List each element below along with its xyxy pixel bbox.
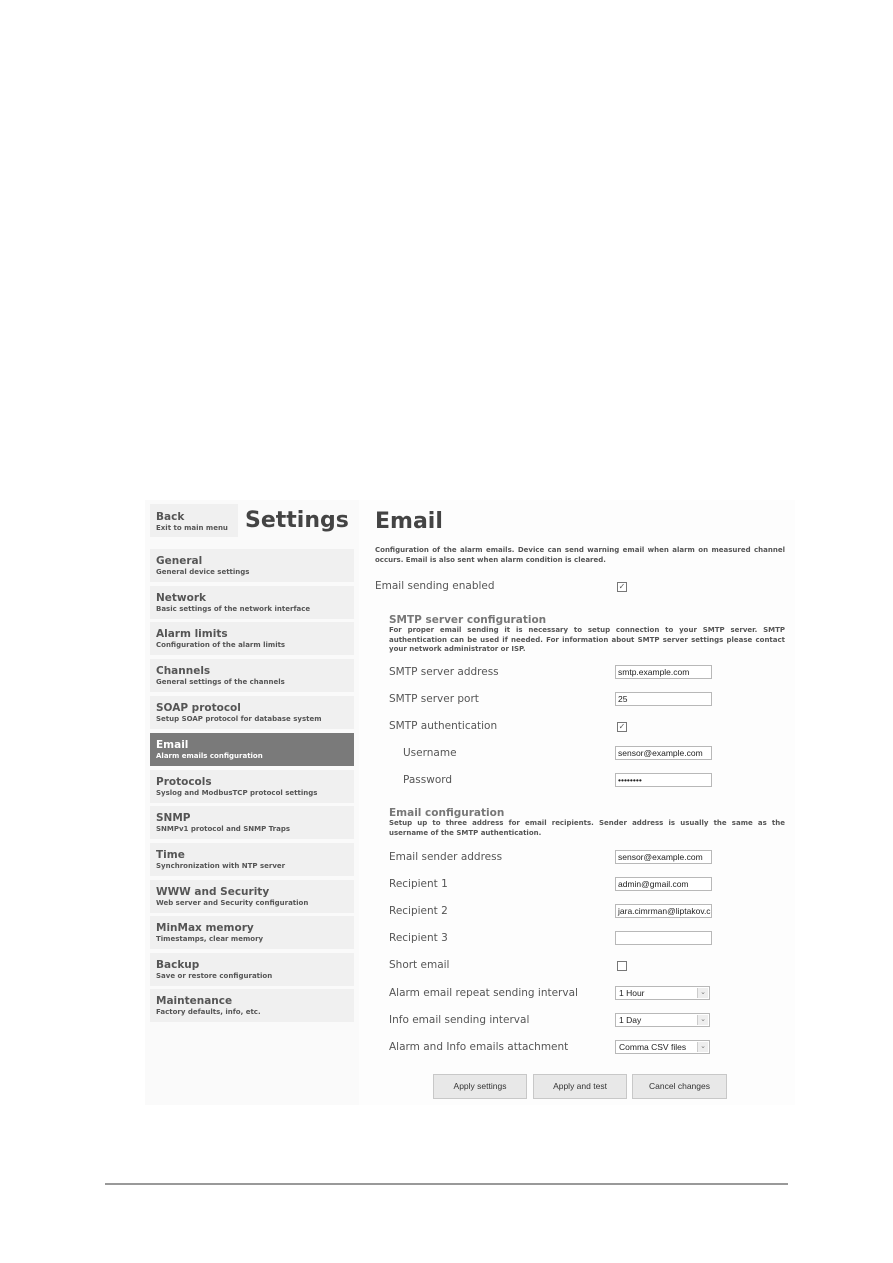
info-interval-value: 1 Day (619, 1015, 642, 1025)
nav-subtitle: General device settings (156, 568, 250, 576)
smtp-address-input[interactable]: smtp.example.com (615, 665, 712, 679)
back-subtitle: Exit to main menu (156, 524, 228, 532)
back-button[interactable]: Back Exit to main menu (150, 504, 238, 537)
sidebar-item-minmax-memory[interactable]: MinMax memory Timestamps, clear memory (150, 916, 354, 949)
short-email-checkbox[interactable] (617, 961, 627, 971)
chevron-down-icon: ⌄ (697, 988, 708, 998)
recipient1-input[interactable]: admin@gmail.com (615, 877, 712, 891)
sidebar-item-network[interactable]: Network Basic settings of the network in… (150, 586, 354, 619)
nav-subtitle: Alarm emails configuration (156, 752, 263, 760)
short-email-label: Short email (389, 959, 450, 971)
settings-heading: Settings (245, 508, 349, 533)
sender-input[interactable]: sensor@example.com (615, 850, 712, 864)
recipient3-label: Recipient 3 (389, 932, 448, 944)
sender-label: Email sender address (389, 851, 503, 863)
nav-subtitle: Save or restore configuration (156, 972, 273, 980)
email-enabled-label: Email sending enabled (375, 580, 495, 592)
nav-title: Network (156, 592, 207, 604)
chevron-down-icon: ⌄ (697, 1042, 708, 1052)
intro-text: Configuration of the alarm emails. Devic… (375, 546, 785, 564)
sidebar-item-backup[interactable]: Backup Save or restore configuration (150, 953, 354, 986)
nav-title: Alarm limits (156, 628, 228, 640)
smtp-address-label: SMTP server address (389, 666, 499, 678)
nav-subtitle: Syslog and ModbusTCP protocol settings (156, 789, 318, 797)
email-config-section-title: Email configuration (389, 807, 505, 819)
sidebar-item-soap-protocol[interactable]: SOAP protocol Setup SOAP protocol for da… (150, 696, 354, 729)
alarm-interval-select[interactable]: 1 Hour ⌄ (615, 986, 710, 1000)
email-enabled-checkbox[interactable]: ✓ (617, 582, 627, 592)
sidebar-item-general[interactable]: General General device settings (150, 549, 354, 582)
nav-subtitle: Configuration of the alarm limits (156, 641, 286, 649)
nav-title: SOAP protocol (156, 702, 241, 714)
apply-and-test-button[interactable]: Apply and test (533, 1074, 627, 1099)
sidebar-item-snmp[interactable]: SNMP SNMPv1 protocol and SNMP Traps (150, 806, 354, 839)
nav-title: SNMP (156, 812, 191, 824)
smtp-section-desc: For proper email sending it is necessary… (389, 626, 785, 653)
nav-title: Backup (156, 959, 200, 971)
sidebar-item-www-security[interactable]: WWW and Security Web server and Security… (150, 880, 354, 913)
alarm-interval-value: 1 Hour (619, 988, 645, 998)
sidebar-item-time[interactable]: Time Synchronization with NTP server (150, 843, 354, 876)
nav-subtitle: SNMPv1 protocol and SNMP Traps (156, 825, 291, 833)
nav-title: Email (156, 739, 189, 751)
sidebar-item-alarm-limits[interactable]: Alarm limits Configuration of the alarm … (150, 622, 354, 655)
nav-subtitle: Factory defaults, info, etc. (156, 1008, 261, 1016)
nav-title: Maintenance (156, 995, 233, 1007)
smtp-auth-label: SMTP authentication (389, 720, 498, 732)
sidebar-item-email[interactable]: Email Alarm emails configuration (150, 733, 354, 766)
nav-title: Time (156, 849, 185, 861)
recipient3-input[interactable] (615, 931, 712, 945)
password-label: Password (403, 774, 453, 786)
username-input[interactable]: sensor@example.com (615, 746, 712, 760)
alarm-interval-label: Alarm email repeat sending interval (389, 987, 578, 999)
sidebar-item-protocols[interactable]: Protocols Syslog and ModbusTCP protocol … (150, 770, 354, 803)
nav-title: General (156, 555, 203, 567)
info-interval-select[interactable]: 1 Day ⌄ (615, 1013, 710, 1027)
nav-subtitle: Timestamps, clear memory (156, 935, 264, 943)
smtp-port-input[interactable]: 25 (615, 692, 712, 706)
attachment-value: Comma CSV files (619, 1042, 687, 1052)
attachment-label: Alarm and Info emails attachment (389, 1041, 569, 1053)
cancel-changes-button[interactable]: Cancel changes (632, 1074, 727, 1099)
sidebar: Back Exit to main menu Settings General … (145, 500, 359, 1105)
sidebar-item-maintenance[interactable]: Maintenance Factory defaults, info, etc. (150, 989, 354, 1022)
smtp-section-title: SMTP server configuration (389, 614, 547, 626)
nav-title: Protocols (156, 776, 212, 788)
nav-subtitle: General settings of the channels (156, 678, 285, 686)
info-interval-label: Info email sending interval (389, 1014, 530, 1026)
recipient2-label: Recipient 2 (389, 905, 448, 917)
nav-subtitle: Synchronization with NTP server (156, 862, 286, 870)
nav-title: WWW and Security (156, 886, 270, 898)
username-label: Username (403, 747, 457, 759)
apply-settings-button[interactable]: Apply settings (433, 1074, 527, 1099)
recipient1-label: Recipient 1 (389, 878, 448, 890)
smtp-port-label: SMTP server port (389, 693, 479, 705)
back-title: Back (156, 511, 185, 523)
password-input[interactable]: •••••••• (615, 773, 712, 787)
nav-subtitle: Setup SOAP protocol for database system (156, 715, 322, 723)
nav-title: MinMax memory (156, 922, 254, 934)
chevron-down-icon: ⌄ (697, 1015, 708, 1025)
attachment-select[interactable]: Comma CSV files ⌄ (615, 1040, 710, 1054)
nav-subtitle: Web server and Security configuration (156, 899, 309, 907)
sidebar-item-channels[interactable]: Channels General settings of the channel… (150, 659, 354, 692)
nav-subtitle: Basic settings of the network interface (156, 605, 311, 613)
smtp-auth-checkbox[interactable]: ✓ (617, 722, 627, 732)
nav-title: Channels (156, 665, 211, 677)
email-config-section-desc: Setup up to three address for email reci… (389, 819, 785, 837)
recipient2-input[interactable]: jara.cimrman@liptakov.c (615, 904, 712, 918)
footer-divider (105, 1183, 788, 1185)
page-title: Email (375, 509, 443, 534)
settings-screenshot: Back Exit to main menu Settings General … (145, 500, 795, 1105)
